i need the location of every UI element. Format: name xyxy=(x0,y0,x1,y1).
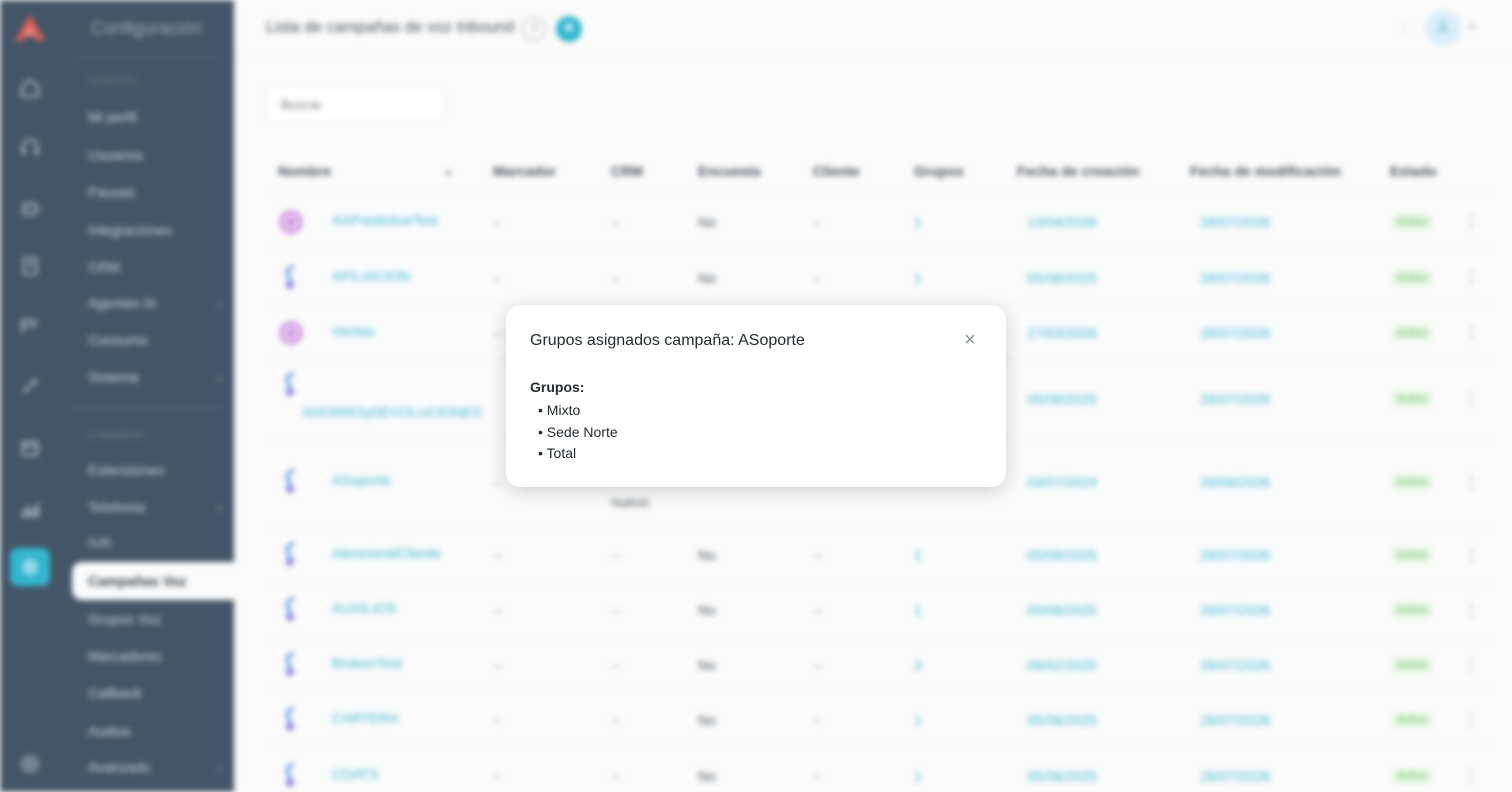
group-item: Mixto xyxy=(538,400,618,422)
group-item: Sede Norte xyxy=(538,422,618,444)
groups-dialog: Grupos asignados campaña: ASoporte × Gru… xyxy=(506,305,1006,487)
dialog-title: Grupos asignados campaña: ASoporte xyxy=(530,332,805,349)
groups-list: Mixto Sede Norte Total xyxy=(538,400,618,465)
close-icon[interactable]: × xyxy=(964,329,976,352)
group-item: Total xyxy=(538,443,618,465)
groups-label: Grupos: xyxy=(530,379,585,395)
